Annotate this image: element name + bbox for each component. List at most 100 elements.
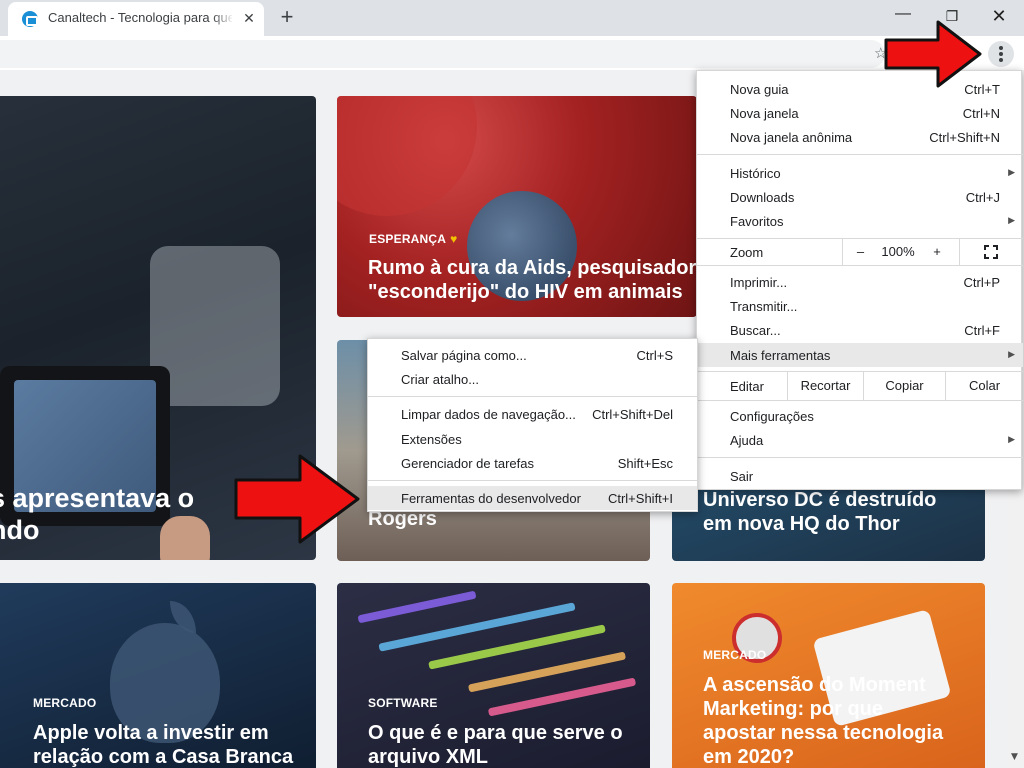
card-title-line: O que é e para que serve o <box>368 722 623 744</box>
menu-item-history[interactable]: Histórico ▶ <box>697 161 1023 185</box>
toolbar <box>0 36 1024 70</box>
news-card-moment-marketing[interactable]: MERCADO A ascensão do Moment Marketing: … <box>672 583 985 768</box>
menu-separator <box>697 400 1023 401</box>
menu-item-label: Imprimir... <box>730 275 788 290</box>
menu-item-label: Mais ferramentas <box>730 348 831 363</box>
menu-item-label: Downloads <box>730 190 795 205</box>
news-card-xml[interactable]: SOFTWARE O que é e para que serve o arqu… <box>337 583 650 768</box>
card-title-line: Apple volta a investir em <box>33 722 269 744</box>
menu-item-print[interactable]: Imprimir... Ctrl+P <box>697 270 1023 294</box>
menu-item-label: Transmitir... <box>730 299 798 314</box>
menu-item-label: Configurações <box>730 409 814 424</box>
card-title: Universo DC é destruído em nova HQ do Th… <box>703 488 985 536</box>
menu-item-shortcut: Ctrl+Shift+N <box>929 130 1000 145</box>
card-title-line: A ascensão do Moment <box>703 674 926 696</box>
submenu-item-label: Gerenciador de tarefas <box>401 456 534 471</box>
fullscreen-corner <box>984 245 989 250</box>
menu-separator <box>697 265 1023 266</box>
paste-button[interactable]: Colar <box>945 372 1023 400</box>
card-title-line: em 2020? <box>703 746 795 768</box>
scroll-down-arrow-icon[interactable]: ▼ <box>1011 752 1018 762</box>
menu-separator <box>697 154 1023 155</box>
submenu-item-clear-data[interactable]: Limpar dados de navegação... Ctrl+Shift+… <box>368 402 697 426</box>
menu-item-help[interactable]: Ajuda ▶ <box>697 428 1023 452</box>
tab-title: Canaltech - Tecnologia para quem <box>48 10 232 25</box>
submenu-arrow-icon: ▶ <box>1008 434 1015 444</box>
menu-dot <box>999 52 1003 56</box>
menu-dot <box>999 58 1003 62</box>
close-window-button[interactable]: ✕ <box>984 4 1014 28</box>
browser-window: Canaltech - Tecnologia para quem ✕ + — ❐… <box>0 0 1024 768</box>
menu-item-shortcut: Ctrl+N <box>962 106 1000 121</box>
menu-item-label: Ajuda <box>730 433 764 448</box>
menu-item-more-tools[interactable]: Mais ferramentas ▶ <box>697 343 1023 367</box>
card-title-line: Rumo à cura da Aids, pesquisadores <box>368 257 697 279</box>
heart-icon: ♥ <box>450 232 458 246</box>
submenu-arrow-icon: ▶ <box>1008 167 1015 177</box>
menu-item-exit[interactable]: Sair <box>697 464 1023 488</box>
favicon-icon <box>22 11 38 27</box>
annotation-arrow-icon <box>234 454 360 544</box>
menu-item-bookmarks[interactable]: Favoritos ▶ <box>697 209 1023 233</box>
more-tools-submenu: Salvar página como... Ctrl+S Criar atalh… <box>367 338 698 512</box>
zoom-in-button[interactable]: + <box>919 239 955 265</box>
submenu-item-save-page[interactable]: Salvar página como... Ctrl+S <box>368 343 697 367</box>
submenu-item-task-manager[interactable]: Gerenciador de tarefas Shift+Esc <box>368 451 697 475</box>
submenu-item-shortcut: Shift+Esc <box>617 456 673 471</box>
zoom-level: 100% <box>881 244 915 259</box>
edit-row: Editar Recortar Copiar Colar <box>697 372 1023 400</box>
chrome-main-menu: Nova guia Ctrl+T Nova janela Ctrl+N Nova… <box>696 70 1023 490</box>
menu-item-shortcut: Ctrl+P <box>963 275 1000 290</box>
menu-item-cast[interactable]: Transmitir... <box>697 294 1023 318</box>
address-bar[interactable] <box>0 40 885 68</box>
menu-item-find[interactable]: Buscar... Ctrl+F <box>697 318 1023 342</box>
menu-item-label: Histórico <box>730 166 781 181</box>
fullscreen-icon <box>984 245 998 259</box>
menu-item-shortcut: Ctrl+J <box>965 190 1000 205</box>
new-tab-button[interactable]: + <box>275 6 299 30</box>
zoom-label: Zoom <box>730 245 764 260</box>
menu-item-downloads[interactable]: Downloads Ctrl+J <box>697 185 1023 209</box>
card-title: Rumo à cura da Aids, pesquisadores "esco… <box>368 256 697 304</box>
submenu-item-dev-tools[interactable]: Ferramentas do desenvolvedor Ctrl+Shift+… <box>368 486 697 510</box>
fullscreen-button[interactable] <box>959 239 1023 265</box>
menu-item-incognito[interactable]: Nova janela anônima Ctrl+Shift+N <box>697 125 1023 149</box>
menu-item-settings[interactable]: Configurações <box>697 404 1023 428</box>
card-title-line: Marketing: por que <box>703 698 884 720</box>
tab-close-button[interactable]: ✕ <box>240 10 258 28</box>
submenu-item-label: Salvar página como... <box>401 348 527 363</box>
submenu-item-shortcut: Ctrl+S <box>636 348 673 363</box>
category-label: MERCADO <box>33 696 97 710</box>
category-text: ESPERANÇA <box>369 232 447 246</box>
submenu-item-shortcut: Ctrl+Shift+I <box>607 491 673 506</box>
zoom-out-button[interactable]: – <box>842 239 878 265</box>
browser-tab[interactable]: Canaltech - Tecnologia para quem ✕ <box>8 2 264 36</box>
category-label: SOFTWARE <box>368 696 438 710</box>
submenu-item-extensions[interactable]: Extensões <box>368 427 697 451</box>
news-card-apple[interactable]: MERCADO Apple volta a investir em relaçã… <box>0 583 316 768</box>
menu-item-shortcut: Ctrl+F <box>964 323 1000 338</box>
arrow-shape <box>884 20 982 88</box>
chrome-menu-button[interactable] <box>988 41 1014 67</box>
submenu-item-shortcut: Ctrl+Shift+Del <box>592 407 673 422</box>
card-title: Apple volta a investir em relação com a … <box>33 721 316 768</box>
cut-button[interactable]: Recortar <box>787 372 863 400</box>
card-title-line: relação com a Casa Branca <box>33 746 294 768</box>
code-line-decoration <box>357 590 477 624</box>
menu-item-new-window[interactable]: Nova janela Ctrl+N <box>697 101 1023 125</box>
news-card-aids[interactable]: ESPERANÇA ♥ Rumo à cura da Aids, pesquisa… <box>337 96 697 317</box>
menu-separator <box>368 396 697 397</box>
menu-item-label: Sair <box>730 469 754 484</box>
card-title: O que é e para que serve o arquivo XML <box>368 721 650 768</box>
menu-dot <box>999 46 1003 50</box>
arrow-shape <box>234 454 360 544</box>
menu-item-label: Nova janela <box>730 106 799 121</box>
copy-button[interactable]: Copiar <box>863 372 945 400</box>
submenu-item-create-shortcut[interactable]: Criar atalho... <box>368 367 697 391</box>
fullscreen-corner <box>993 245 998 250</box>
card-title-line: em nova HQ do Thor <box>703 513 900 535</box>
menu-item-label: Nova janela anônima <box>730 130 853 145</box>
card-title-line: Universo DC é destruído <box>703 489 937 511</box>
submenu-item-label: Extensões <box>401 432 462 447</box>
tab-strip: Canaltech - Tecnologia para quem ✕ + — ❐… <box>0 0 1024 36</box>
